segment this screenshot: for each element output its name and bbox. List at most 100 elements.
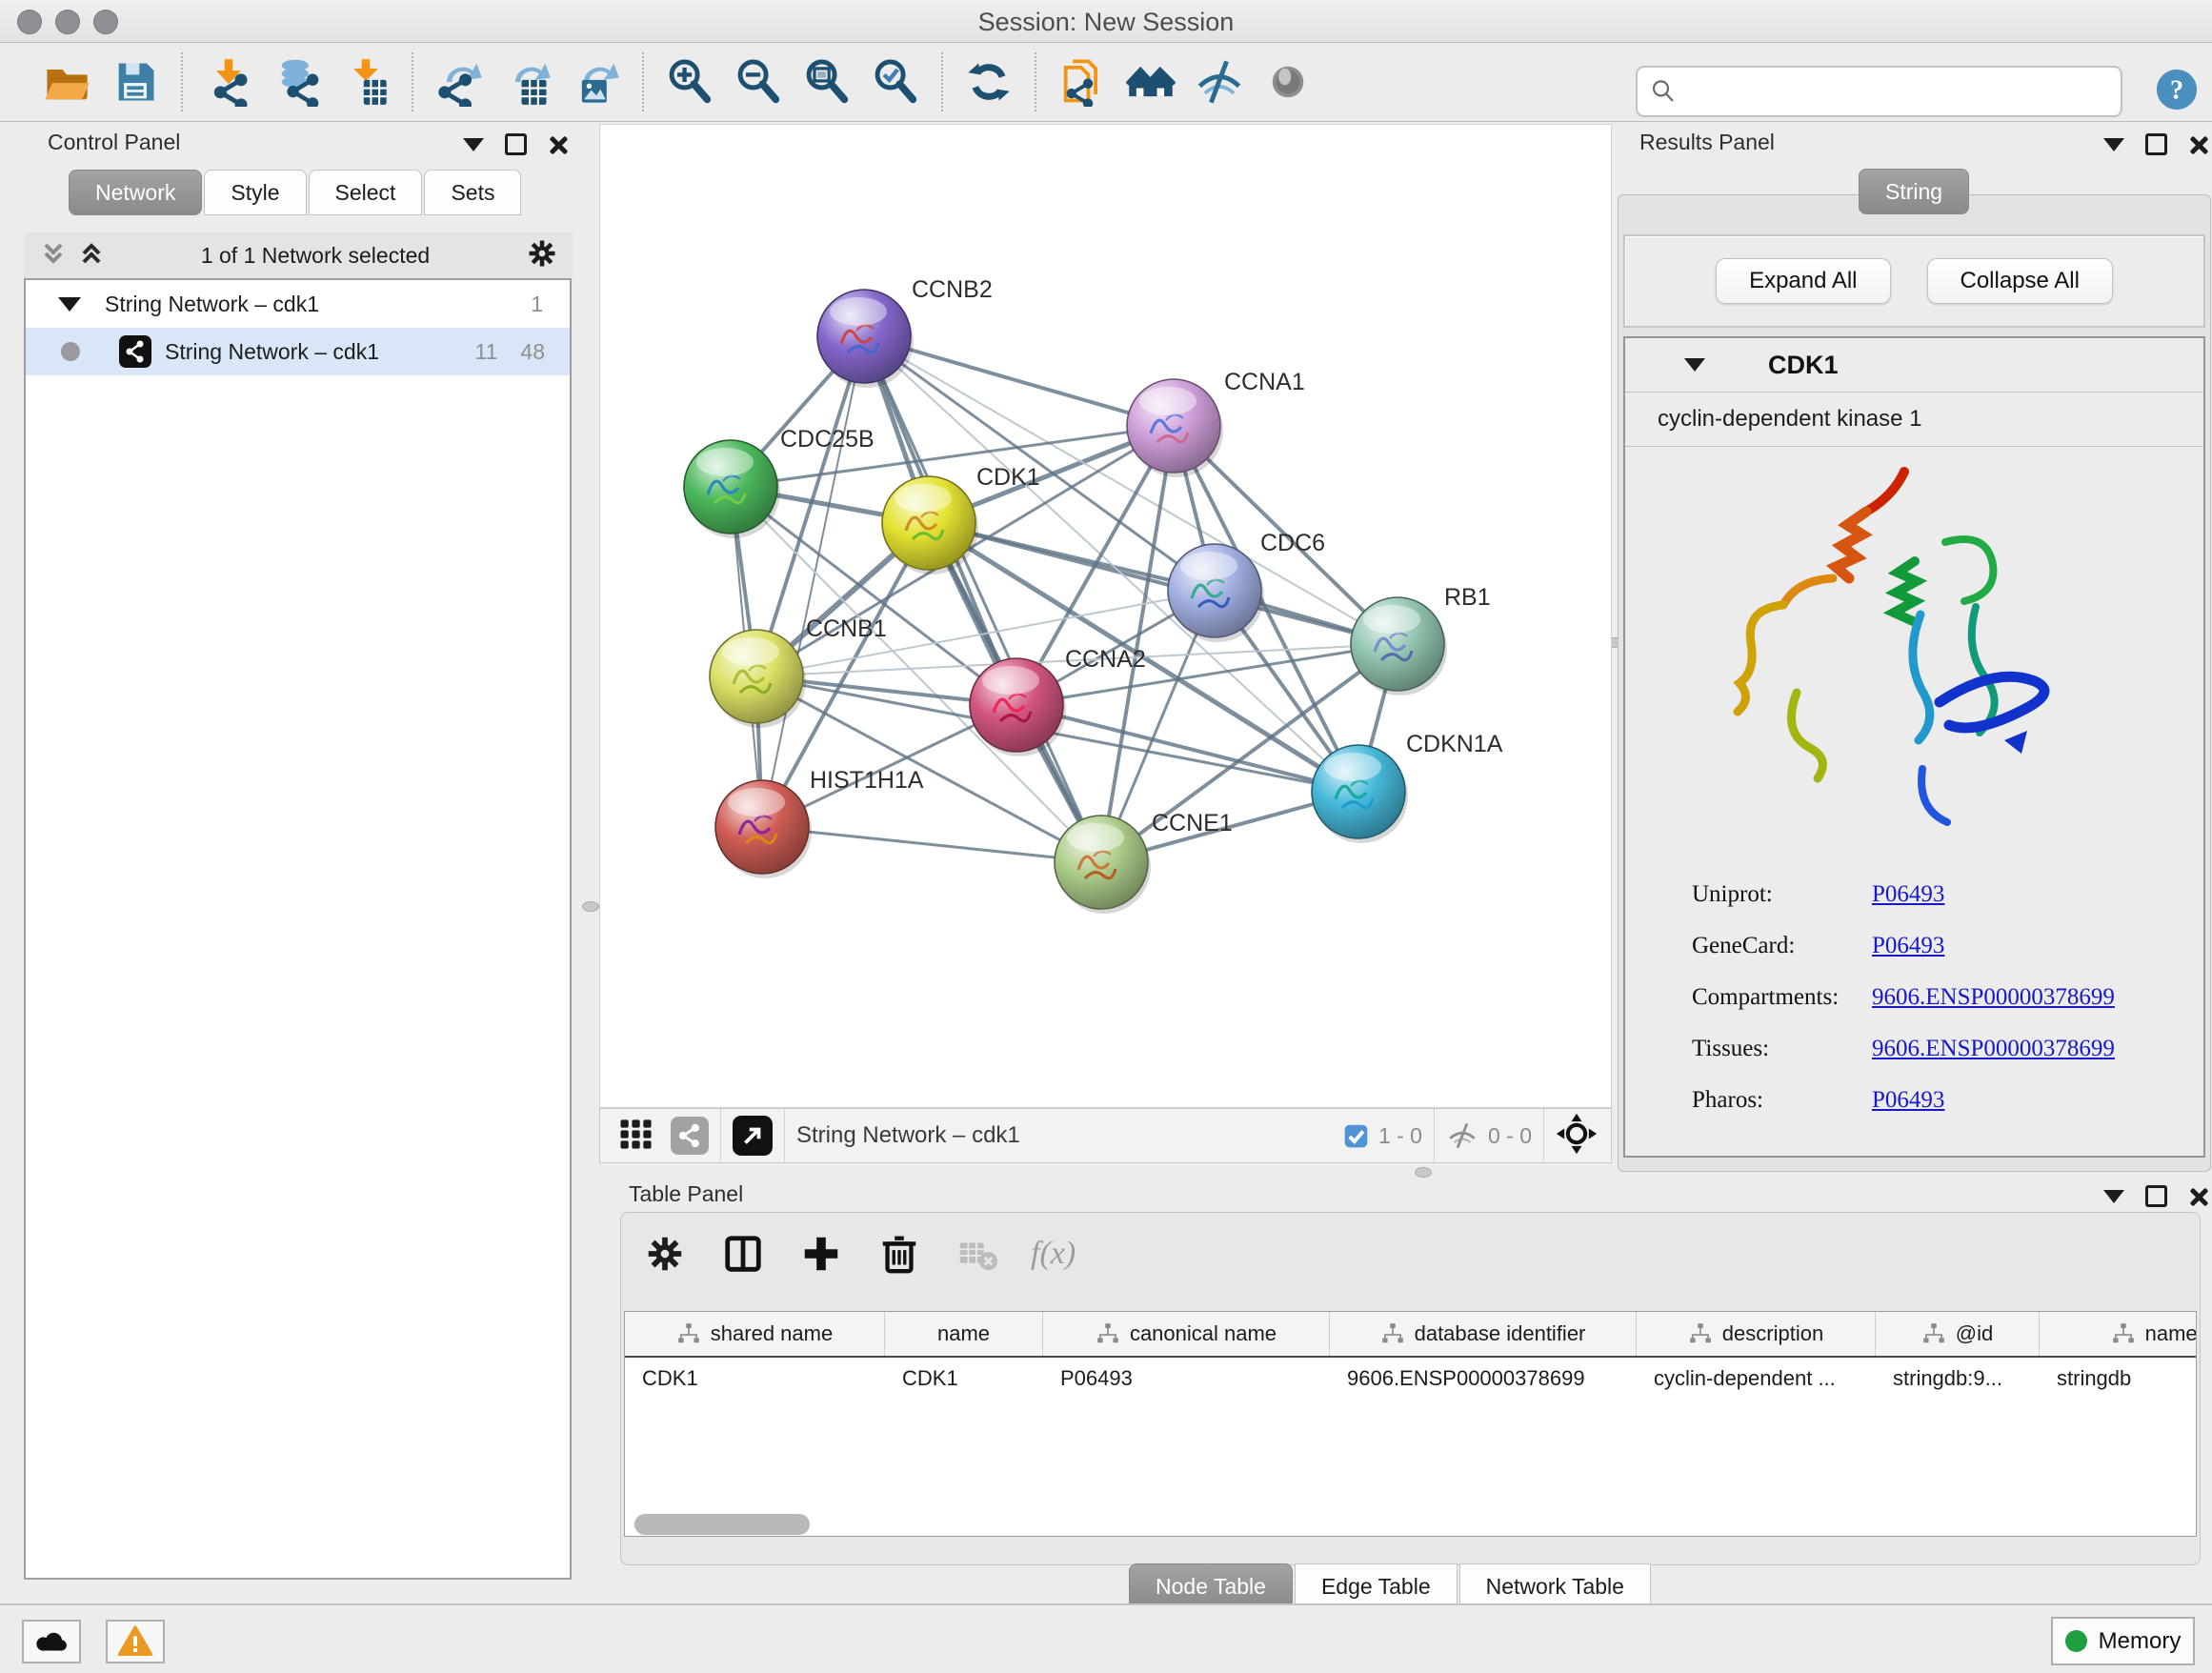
section-expand-icon[interactable] — [1684, 358, 1705, 372]
edge-HIST1H1A-CCNE1[interactable] — [762, 827, 1101, 862]
import-network-button[interactable] — [201, 55, 256, 109]
string-import-button[interactable] — [1055, 55, 1110, 109]
float-panel-icon[interactable] — [505, 133, 527, 155]
memory-button[interactable]: Memory — [2051, 1617, 2195, 1665]
import-database-button[interactable] — [270, 55, 325, 109]
selected-checkbox-icon[interactable] — [1343, 1123, 1369, 1149]
crosslink-compartments-link[interactable]: 9606.ENSP00000378699 — [1872, 984, 2115, 1011]
delete-column-trash-icon[interactable] — [875, 1229, 924, 1279]
birds-eye-crosshair-icon[interactable] — [1556, 1113, 1598, 1159]
node-CDKN1A[interactable]: CDKN1A — [1312, 731, 1503, 843]
close-panel-icon[interactable] — [548, 135, 567, 154]
export-table-button[interactable] — [500, 55, 555, 109]
tab-sets[interactable]: Sets — [424, 170, 521, 215]
column-header-shared-name[interactable]: shared name — [625, 1312, 885, 1356]
column-header-name[interactable]: name — [885, 1312, 1043, 1356]
export-network-button[interactable] — [432, 55, 487, 109]
table-row[interactable]: CDK1CDK1P064939606.ENSP00000378699cyclin… — [625, 1358, 2196, 1400]
refresh-view-button[interactable] — [961, 55, 1016, 109]
splitter-handle[interactable] — [1415, 1167, 1432, 1178]
tab-string[interactable]: String — [1859, 169, 1969, 214]
highlight-button[interactable] — [1260, 55, 1316, 109]
network-options-gear-icon[interactable] — [525, 236, 559, 275]
close-panel-icon[interactable] — [2188, 1187, 2207, 1206]
search-box[interactable] — [1636, 66, 2122, 117]
column-header-description[interactable]: description — [1637, 1312, 1876, 1356]
column-header-canonical-name[interactable]: canonical name — [1043, 1312, 1330, 1356]
toolbar-separator — [181, 52, 183, 111]
zoom-selected-button[interactable] — [868, 55, 923, 109]
column-header-namespace[interactable]: namespace — [2040, 1312, 2197, 1356]
node-label-CCNE1: CCNE1 — [1152, 810, 1233, 836]
node-RB1[interactable]: RB1 — [1351, 584, 1491, 695]
expand-all-button[interactable]: Expand All — [1716, 258, 1890, 304]
save-session-button[interactable] — [108, 55, 163, 109]
network-share-icon[interactable] — [671, 1117, 709, 1155]
export-image-button[interactable] — [569, 55, 624, 109]
tab-node-table[interactable]: Node Table — [1129, 1563, 1293, 1609]
tab-network[interactable]: Network — [69, 170, 202, 215]
collapse-panel-icon[interactable] — [2103, 1190, 2124, 1203]
node-label-CCNB1: CCNB1 — [806, 615, 887, 642]
collapse-panel-icon[interactable] — [463, 138, 484, 151]
protein-structure-image — [1690, 454, 2109, 836]
splitter-handle[interactable] — [582, 901, 599, 912]
tab-select[interactable]: Select — [309, 170, 423, 215]
toolbar-separator — [941, 52, 943, 111]
tab-edge-table[interactable]: Edge Table — [1295, 1563, 1458, 1609]
node-label-HIST1H1A: HIST1H1A — [810, 767, 924, 794]
edge-CDK1-RB1[interactable] — [929, 523, 1398, 644]
node-CCNE1[interactable]: CCNE1 — [1055, 810, 1233, 914]
node-label-CDC25B: CDC25B — [780, 426, 875, 453]
network-graph[interactable]: CCNB2CCNA1CDC25BCDK1CDC6RB1CCNB1CCNA2CDK… — [600, 125, 1611, 1107]
node-HIST1H1A[interactable]: HIST1H1A — [715, 767, 924, 878]
titlebar: Session: New Session — [0, 0, 2212, 43]
node-CCNA2[interactable]: CCNA2 — [970, 646, 1146, 756]
tab-network-table[interactable]: Network Table — [1459, 1563, 1651, 1609]
network-tree-row[interactable]: String Network – cdk1 1 — [26, 280, 570, 328]
node-CDC25B[interactable]: CDC25B — [684, 426, 875, 538]
show-columns-icon[interactable] — [718, 1229, 768, 1279]
crosslink-label: GeneCard: — [1692, 933, 1795, 959]
export-network-icon — [434, 57, 484, 107]
collapse-panel-icon[interactable] — [2103, 138, 2124, 151]
node-CDC6[interactable]: CDC6 — [1168, 530, 1325, 642]
warning-button[interactable] — [106, 1620, 165, 1663]
zoom-fit-button[interactable] — [799, 55, 855, 109]
crosslink-uniprot-link[interactable]: P06493 — [1872, 881, 1944, 908]
crosslink-genecard-link[interactable]: P06493 — [1872, 933, 1944, 959]
node-CCNB2[interactable]: CCNB2 — [817, 276, 993, 388]
import-table-button[interactable] — [338, 55, 393, 109]
open-view-in-window-icon[interactable] — [733, 1116, 773, 1156]
grid-view-icon[interactable] — [615, 1113, 657, 1159]
cloud-button[interactable] — [22, 1620, 81, 1663]
node-CCNA1[interactable]: CCNA1 — [1127, 369, 1305, 477]
node-table[interactable]: shared namenamecanonical namedatabase id… — [624, 1311, 2197, 1537]
tab-style[interactable]: Style — [204, 170, 306, 215]
collapse-all-networks-icon[interactable] — [39, 239, 68, 272]
network-tree-row[interactable]: String Network – cdk1 11 48 — [26, 328, 570, 375]
show-hide-button[interactable] — [1192, 55, 1247, 109]
table-horizontal-scrollbar[interactable] — [634, 1514, 810, 1535]
search-input[interactable] — [1685, 78, 2121, 105]
node-section-header[interactable]: CDK1 — [1625, 338, 2203, 393]
zoom-out-button[interactable] — [731, 55, 786, 109]
float-panel-icon[interactable] — [2145, 133, 2167, 155]
home-button[interactable] — [1123, 55, 1178, 109]
crosslink-pharos-link[interactable]: P06493 — [1872, 1087, 1944, 1114]
edge-CCNB2-HIST1H1A[interactable] — [762, 336, 864, 827]
collapse-all-button[interactable]: Collapse All — [1927, 258, 2113, 304]
crosslink-tissues-link[interactable]: 9606.ENSP00000378699 — [1872, 1036, 2115, 1062]
open-session-button[interactable] — [39, 55, 94, 109]
float-panel-icon[interactable] — [2145, 1185, 2167, 1207]
expand-all-networks-icon[interactable] — [77, 239, 106, 272]
create-column-plus-icon[interactable] — [796, 1229, 846, 1279]
close-panel-icon[interactable] — [2188, 135, 2207, 154]
tree-expand-icon[interactable] — [58, 297, 81, 312]
zoom-in-button[interactable] — [662, 55, 717, 109]
column-header-id[interactable]: @id — [1876, 1312, 2040, 1356]
help-button[interactable]: ? — [2155, 68, 2199, 111]
column-header-database-identifier[interactable]: database identifier — [1330, 1312, 1637, 1356]
table-options-gear-icon[interactable] — [640, 1229, 690, 1279]
cloud-icon — [33, 1623, 70, 1660]
